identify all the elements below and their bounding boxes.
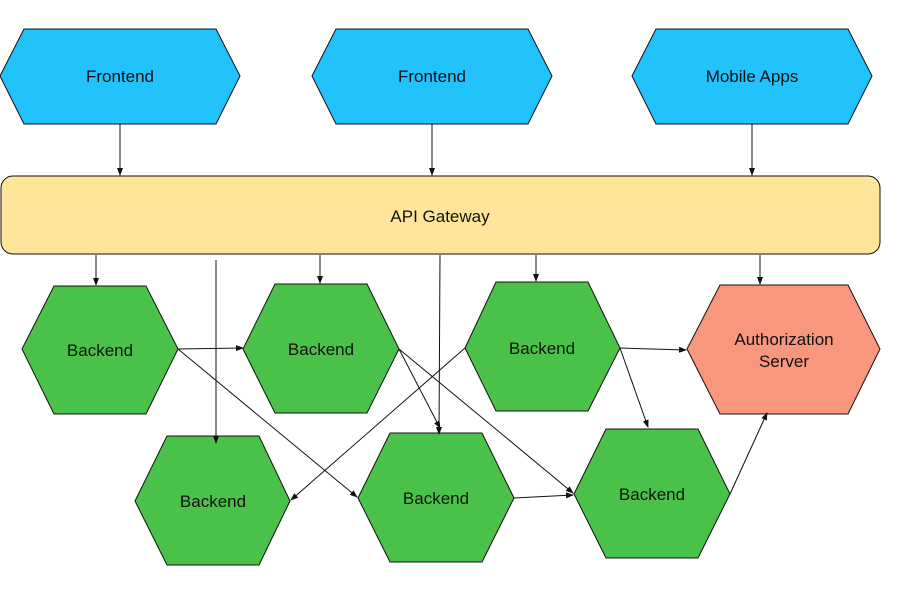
node-label: Backend xyxy=(288,340,354,359)
architecture-diagram: Frontend Frontend Mobile Apps API Gatewa… xyxy=(0,0,897,593)
node-label: Frontend xyxy=(86,67,154,86)
node-label: Backend xyxy=(403,489,469,508)
edge-gateway-backend5 xyxy=(436,254,443,435)
node-backend-6: Backend xyxy=(573,428,731,559)
node-mobile-apps: Mobile Apps xyxy=(631,28,873,125)
node-backend-3: Backend xyxy=(464,281,621,412)
node-label-line2: Server xyxy=(759,352,809,371)
node-authorization-server: Authorization Server xyxy=(686,284,881,415)
edge-backend5-backend6 xyxy=(513,492,574,499)
node-label: Backend xyxy=(67,341,133,360)
node-backend-5: Backend xyxy=(357,432,515,563)
edge-backend3-backend6 xyxy=(619,347,649,428)
node-label: Frontend xyxy=(398,67,466,86)
diagram-canvas: Frontend Frontend Mobile Apps API Gatewa… xyxy=(0,28,881,566)
node-frontend-2: Frontend xyxy=(311,28,553,125)
edge-backend6-auth xyxy=(729,412,768,495)
edge-backend2-backend5 xyxy=(398,348,441,429)
node-backend-2: Backend xyxy=(242,283,400,414)
node-backend-4: Backend xyxy=(134,435,291,566)
node-backend-1: Backend xyxy=(21,285,179,415)
node-label-line1: Authorization xyxy=(734,330,833,349)
node-api-gateway: API Gateway xyxy=(0,175,881,255)
edge-backend3-auth xyxy=(619,346,687,353)
node-label: Backend xyxy=(619,485,685,504)
node-label: API Gateway xyxy=(390,207,490,226)
node-label: Backend xyxy=(509,339,575,358)
edge-backend1-backend2 xyxy=(177,345,244,352)
node-frontend-1: Frontend xyxy=(0,28,241,125)
node-label: Mobile Apps xyxy=(706,67,799,86)
node-label: Backend xyxy=(180,492,246,511)
